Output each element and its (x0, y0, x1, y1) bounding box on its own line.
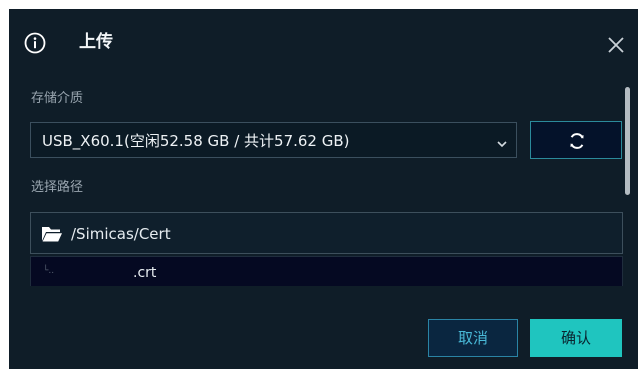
tree-connector: └.. (43, 266, 55, 276)
storage-select[interactable]: USB_X60.1(空闲52.58 GB / 共计57.62 GB) (30, 122, 517, 158)
current-path-field[interactable]: /Simicas/Cert (30, 212, 623, 254)
dialog-title: 上传 (79, 32, 113, 52)
upload-dialog: 上传 存储介质 USB_X60.1(空闲52.58 GB / 共计57.62 G… (9, 9, 638, 369)
chevron-down-icon (496, 135, 508, 148)
refresh-button[interactable] (530, 121, 622, 159)
close-icon[interactable] (606, 35, 626, 55)
file-list: └.. .crt (30, 256, 623, 286)
folder-open-icon (41, 225, 63, 243)
info-circle-icon (24, 32, 46, 54)
confirm-button[interactable]: 确认 (530, 319, 622, 357)
scrollbar-thumb[interactable] (625, 87, 630, 195)
path-label: 选择路径 (31, 180, 84, 195)
dialog-title-bar: 上传 (9, 9, 638, 69)
current-path-text: /Simicas/Cert (71, 225, 171, 243)
storage-label: 存储介质 (31, 91, 84, 106)
cancel-button[interactable]: 取消 (428, 319, 518, 357)
file-list-item[interactable]: └.. .crt (31, 257, 622, 286)
storage-select-value: USB_X60.1(空闲52.58 GB / 共计57.62 GB) (42, 132, 350, 150)
file-name: .crt (133, 265, 157, 281)
refresh-icon (567, 131, 587, 151)
